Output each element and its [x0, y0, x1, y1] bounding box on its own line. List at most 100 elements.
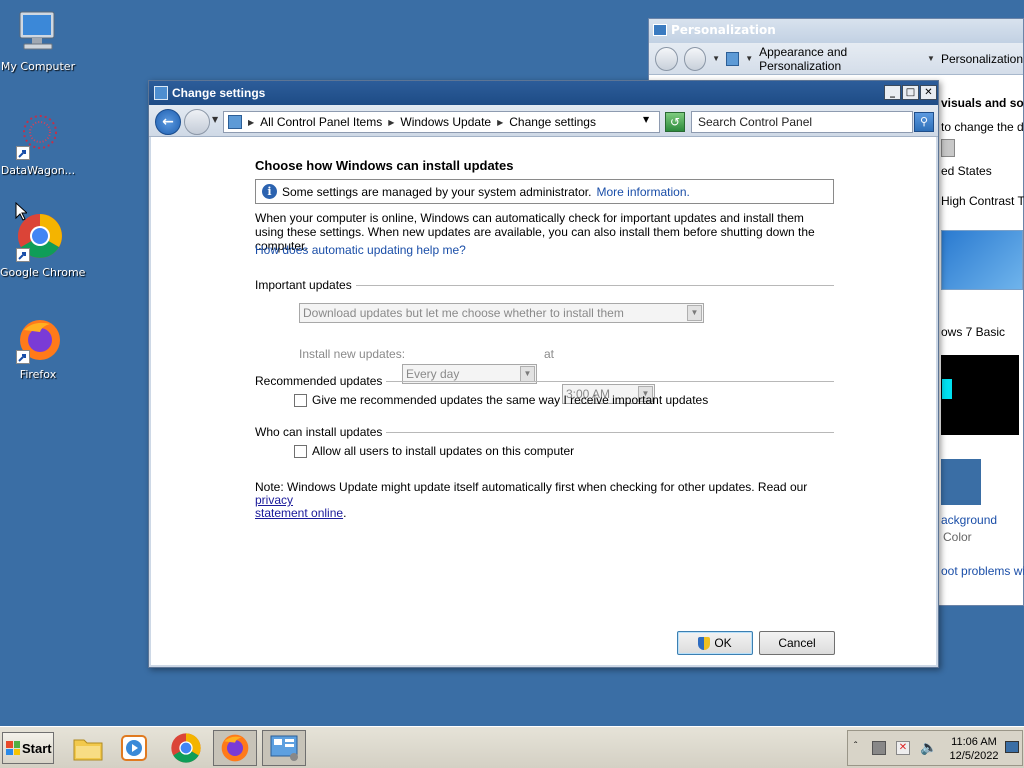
window-title: Change settings: [172, 86, 266, 100]
desktop-icon-datawagon[interactable]: DataWagon...: [0, 112, 76, 177]
maximize-button[interactable]: □: [902, 85, 919, 100]
heading-fragment: visuals and sou: [941, 96, 1024, 110]
desktop-icon-my-computer[interactable]: My Computer: [0, 8, 76, 73]
title-bar[interactable]: Change settings _ □ ✕: [149, 81, 938, 105]
windows7-theme-thumbnail[interactable]: [941, 230, 1023, 290]
clock-date: 12/5/2022: [949, 750, 999, 762]
forward-button[interactable]: [683, 46, 707, 71]
network-icon[interactable]: [872, 741, 886, 755]
dropdown-value: Download updates but let me choose wheth…: [303, 306, 624, 320]
high-contrast-thumbnail[interactable]: [941, 355, 1019, 435]
taskbar-file-explorer[interactable]: [66, 730, 110, 766]
clock[interactable]: 11:06 AM 12/5/2022: [946, 735, 1002, 763]
clock-time: 11:06 AM: [951, 736, 997, 748]
ok-button[interactable]: OK: [677, 631, 753, 655]
who-can-install-section: Who can install updates: [255, 425, 834, 439]
uac-shield-icon: [698, 637, 711, 651]
volume-icon[interactable]: 🔈: [920, 739, 937, 756]
search-input[interactable]: Search Control Panel: [691, 111, 913, 133]
settings-panel: Choose how Windows can install updates i…: [151, 137, 936, 665]
info-icon: i: [262, 184, 277, 199]
firefox-icon: [14, 316, 62, 364]
taskbar-control-panel[interactable]: [262, 730, 306, 766]
forward-button[interactable]: [184, 109, 210, 135]
history-dropdown-icon[interactable]: ▼: [712, 54, 720, 63]
help-link[interactable]: How does automatic updating help me?: [255, 243, 466, 257]
more-information-link[interactable]: More information.: [596, 185, 689, 199]
checkbox-label[interactable]: Give me recommended updates the same way…: [312, 393, 708, 407]
desktop-icon-firefox[interactable]: Firefox: [0, 316, 76, 381]
chevron-right-icon[interactable]: ▼: [745, 54, 753, 63]
search-icon[interactable]: ⚲: [914, 112, 934, 132]
at-label: at: [544, 347, 555, 361]
show-hidden-icons-button[interactable]: ˆ: [854, 741, 857, 752]
chevron-right-icon[interactable]: ▼: [927, 54, 935, 63]
color-link[interactable]: Color: [943, 530, 972, 544]
important-updates-section: Important updates: [255, 278, 834, 292]
checkbox-label[interactable]: Allow all users to install updates on th…: [312, 444, 574, 458]
breadcrumb-all-control-panel-items[interactable]: All Control Panel Items: [260, 115, 382, 129]
action-center-icon[interactable]: ✕: [896, 741, 910, 755]
troubleshoot-link[interactable]: oot problems with: [941, 564, 1024, 578]
desktop-icon-label: DataWagon...: [0, 164, 76, 177]
privacy-statement-link[interactable]: statement online: [255, 506, 343, 520]
address-dropdown-icon[interactable]: ▼: [643, 115, 649, 124]
breadcrumb-windows-update[interactable]: Windows Update: [400, 115, 491, 129]
change-settings-window[interactable]: Change settings _ □ ✕ ← ▼ ▶ All Control …: [148, 80, 939, 668]
important-updates-dropdown[interactable]: Download updates but let me choose wheth…: [299, 303, 704, 323]
section-divider: [386, 431, 834, 433]
chevron-right-icon[interactable]: ▶: [497, 118, 503, 127]
privacy-link[interactable]: privacy: [255, 493, 293, 507]
back-button[interactable]: ←: [155, 109, 181, 135]
desktop-background-swatch[interactable]: [941, 459, 981, 505]
recommended-updates-option[interactable]: Give me recommended updates the same way…: [294, 393, 708, 407]
taskbar-google-chrome[interactable]: [164, 730, 208, 766]
start-button[interactable]: Start: [2, 732, 54, 764]
admin-info-box: i Some settings are managed by your syst…: [255, 179, 834, 204]
shortcut-arrow-icon: [16, 350, 30, 364]
media-player-icon: [121, 735, 147, 761]
refresh-button[interactable]: ↺: [665, 112, 685, 132]
desktop-icon-google-chrome[interactable]: Google Chrome: [0, 214, 86, 279]
desktop-icon-label: Google Chrome: [0, 266, 86, 279]
close-button[interactable]: ✕: [920, 85, 937, 100]
theme-label-fragment[interactable]: ed States: [941, 164, 992, 178]
taskbar: Start ˆ ✕ 🔈 11:06 AM 12/5/2022: [0, 726, 1024, 768]
recommended-updates-checkbox[interactable]: [294, 393, 307, 407]
recent-pages-dropdown-icon[interactable]: ▼: [212, 115, 218, 124]
breadcrumb-personalization[interactable]: Personalization: [941, 52, 1023, 66]
chrome-icon: [171, 733, 201, 763]
computer-icon: [14, 8, 62, 56]
show-desktop-icon[interactable]: [1005, 741, 1019, 753]
note-end: .: [343, 506, 347, 520]
allow-all-users-option[interactable]: Allow all users to install updates on th…: [294, 444, 574, 458]
minimize-button[interactable]: _: [884, 85, 901, 100]
privacy-note: Note: Windows Update might update itself…: [255, 481, 825, 520]
scroll-thumb[interactable]: [941, 139, 955, 157]
theme-label-fragment[interactable]: High Contrast Th: [941, 194, 1024, 208]
personalization-title: Personalization: [671, 23, 776, 37]
desktop-background-link[interactable]: ackground: [941, 513, 997, 527]
address-toolbar: ← ▼ ▶ All Control Panel Items ▶ Windows …: [149, 105, 938, 137]
high-contrast-accent: [942, 379, 952, 399]
chevron-right-icon[interactable]: ▶: [248, 118, 254, 127]
breadcrumb-change-settings[interactable]: Change settings: [509, 115, 596, 129]
mouse-cursor-icon: [15, 202, 27, 221]
theme-label-fragment[interactable]: ows 7 Basic: [941, 325, 1005, 339]
breadcrumb-appearance[interactable]: Appearance and Personalization: [759, 45, 921, 73]
windows-logo-icon: [6, 741, 20, 755]
personalization-window-icon: [653, 24, 667, 36]
window-icon: [154, 86, 168, 100]
back-button[interactable]: [655, 46, 678, 71]
taskbar-media-player[interactable]: [112, 730, 156, 766]
breadcrumb[interactable]: ▶ All Control Panel Items ▶ Windows Upda…: [223, 111, 660, 133]
desktop-icon-label: My Computer: [0, 60, 76, 73]
folder-icon: [73, 739, 103, 761]
personalization-title-bar[interactable]: Personalization: [649, 19, 1023, 43]
cancel-button[interactable]: Cancel: [759, 631, 835, 655]
chevron-right-icon[interactable]: ▶: [388, 118, 394, 127]
install-new-updates-label: Install new updates:: [299, 347, 406, 361]
allow-all-users-checkbox[interactable]: [294, 444, 307, 458]
taskbar-firefox[interactable]: [213, 730, 257, 766]
section-divider: [386, 380, 834, 382]
